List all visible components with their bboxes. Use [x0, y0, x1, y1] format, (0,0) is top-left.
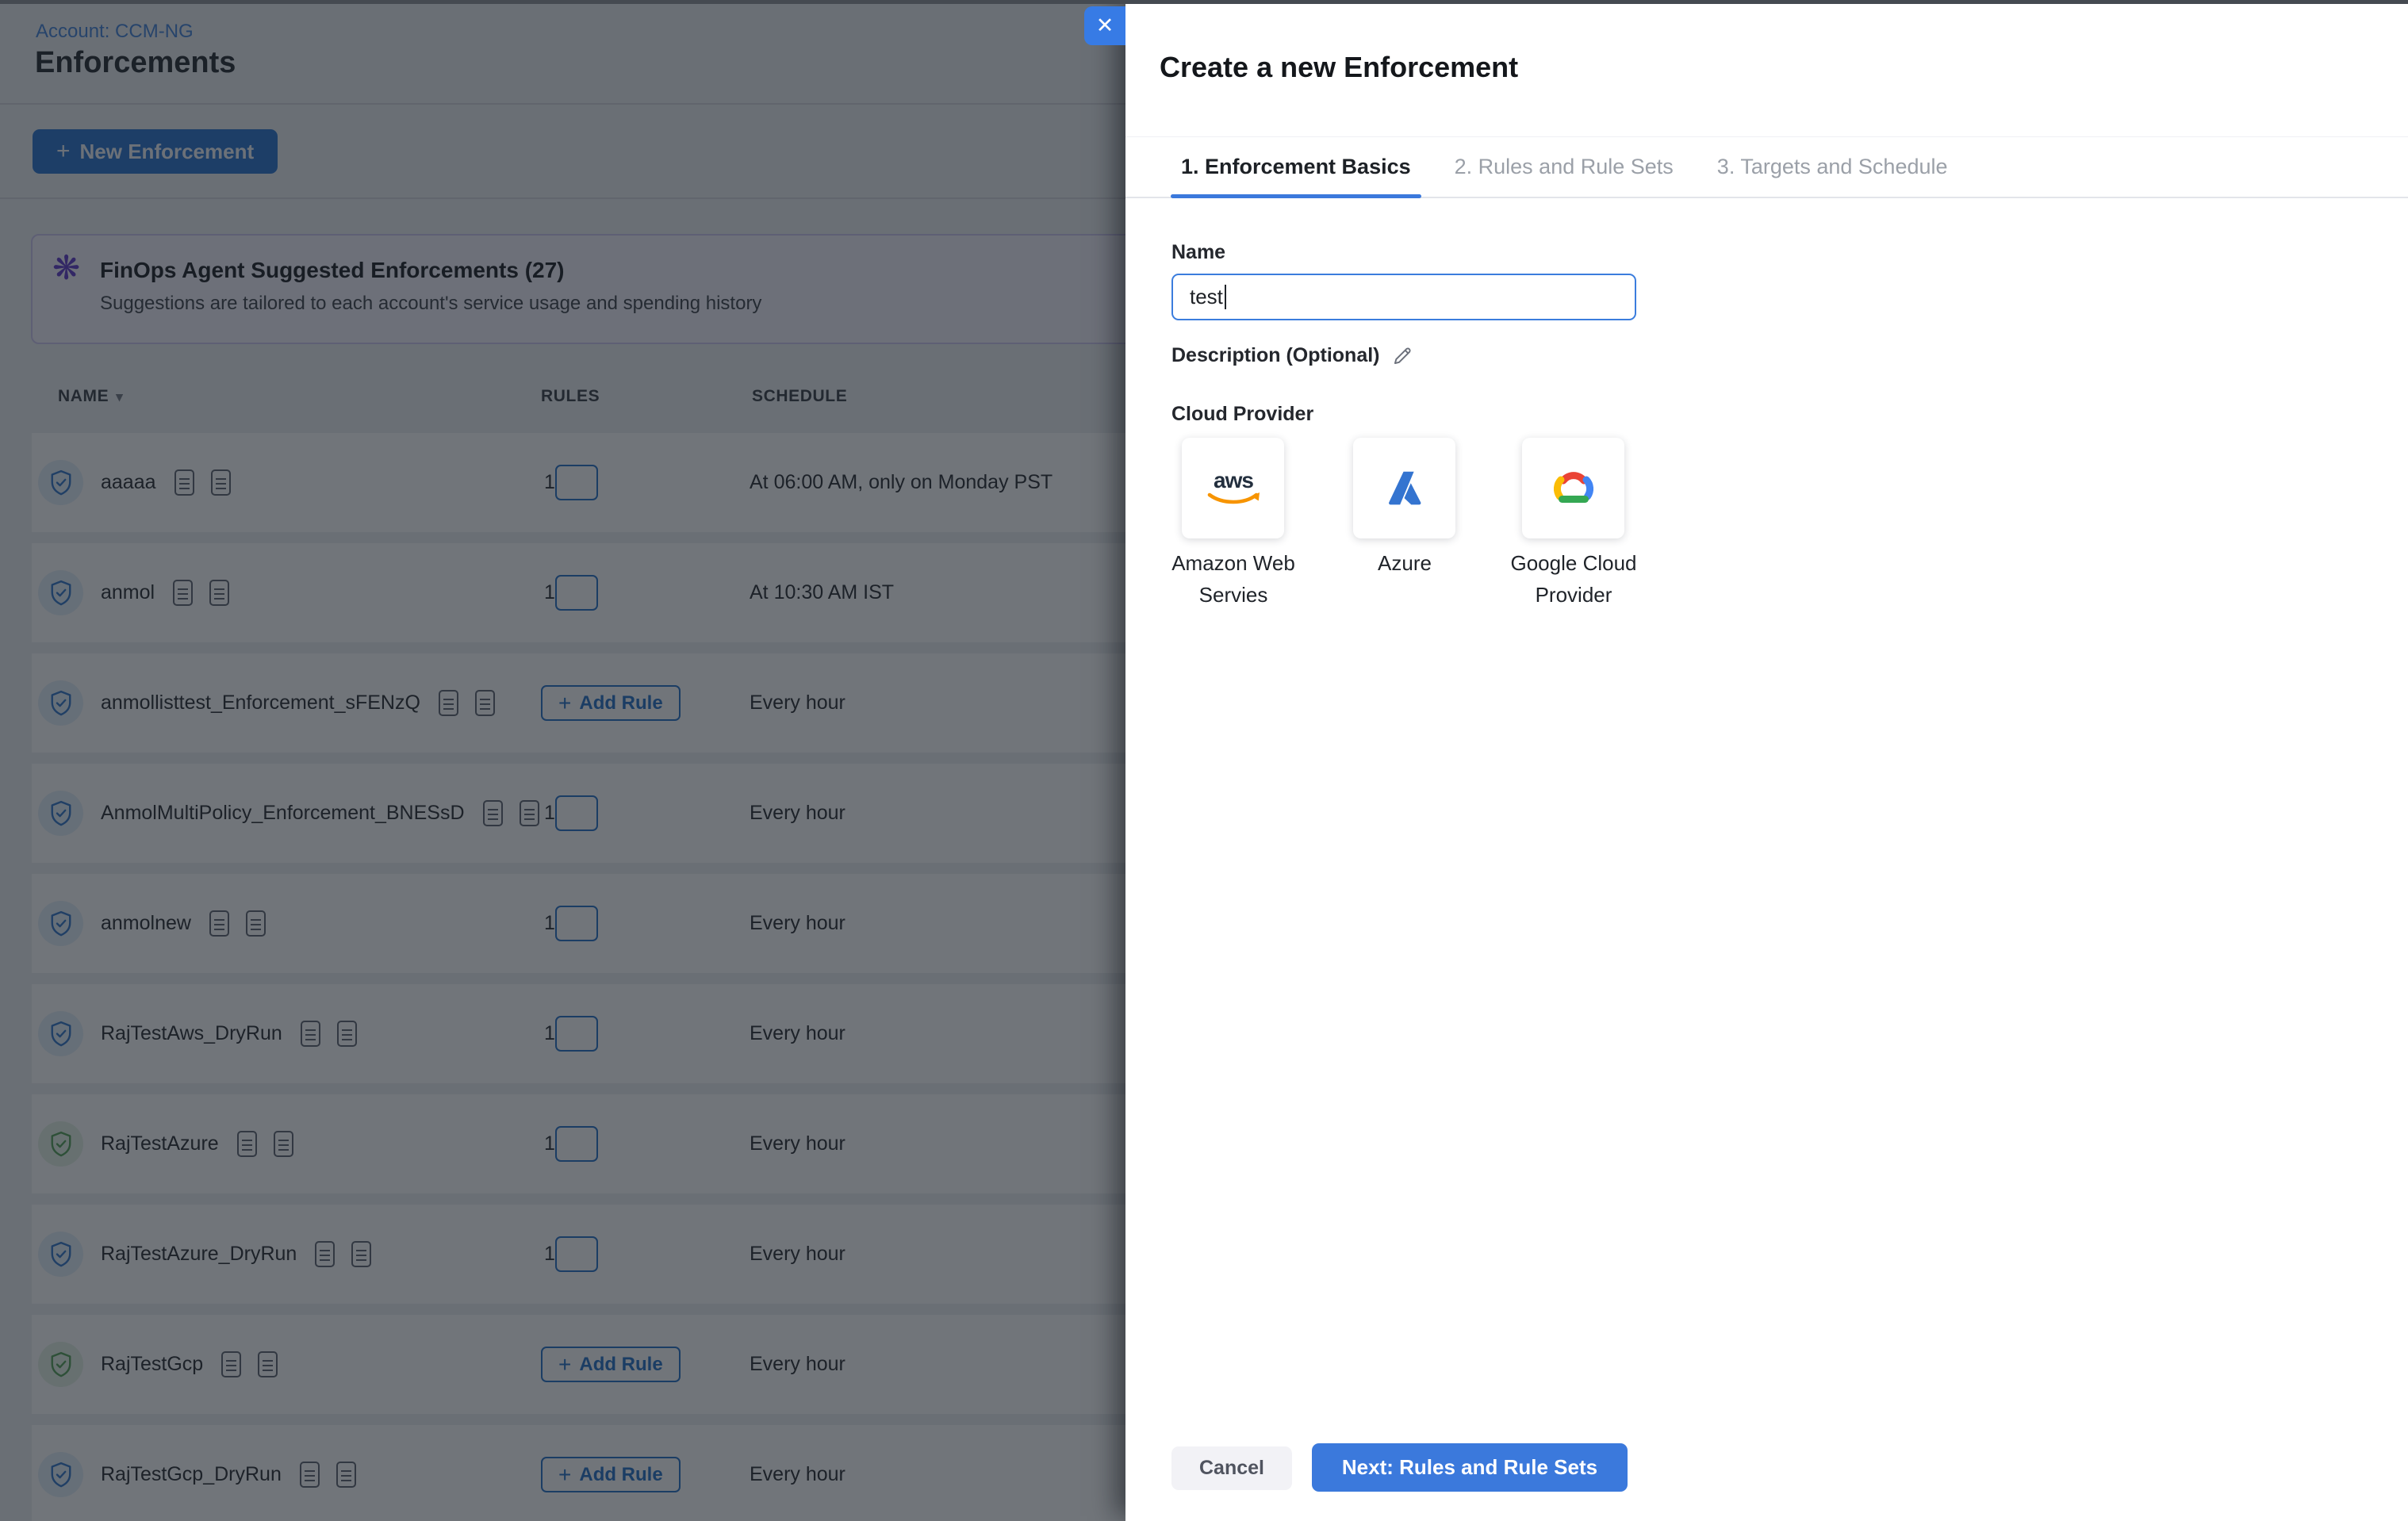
- close-button[interactable]: ✕: [1084, 6, 1125, 45]
- description-label: Description (Optional): [1171, 344, 1380, 367]
- tab-enforcement-basics[interactable]: 1. Enforcement Basics: [1171, 137, 1421, 197]
- provider-card-azure[interactable]: [1353, 438, 1455, 538]
- azure-logo-icon: [1380, 464, 1429, 513]
- provider-label-gcp: Google Cloud Provider: [1486, 547, 1661, 611]
- edit-pencil-icon[interactable]: [1392, 345, 1413, 366]
- tab-targets-and-schedule[interactable]: 3. Targets and Schedule: [1707, 137, 1958, 197]
- gcp-logo-icon: [1548, 467, 1599, 510]
- provider-card-aws[interactable]: aws: [1182, 438, 1284, 538]
- cloud-provider-label: Cloud Provider: [1171, 403, 1313, 426]
- text-cursor: [1225, 285, 1227, 309]
- name-label: Name: [1171, 241, 1225, 264]
- name-input[interactable]: test: [1171, 274, 1636, 320]
- drawer-title: Create a new Enforcement: [1160, 51, 1518, 84]
- wizard-tabs: 1. Enforcement Basics 2. Rules and Rule …: [1125, 136, 2408, 198]
- provider-label-aws: Amazon Web Servies: [1146, 547, 1321, 611]
- aws-logo-icon: aws: [1198, 466, 1268, 511]
- svg-text:aws: aws: [1214, 468, 1253, 492]
- create-enforcement-drawer: ✕ Create a new Enforcement 1. Enforcemen…: [1125, 0, 2408, 1521]
- next-button[interactable]: Next: Rules and Rule Sets: [1312, 1443, 1628, 1492]
- window-top-edge: [0, 0, 2408, 4]
- provider-label-azure: Azure: [1317, 547, 1492, 579]
- close-icon: ✕: [1096, 13, 1114, 38]
- name-input-value: test: [1190, 285, 1223, 309]
- cancel-button[interactable]: Cancel: [1171, 1446, 1292, 1490]
- tab-rules-and-rule-sets[interactable]: 2. Rules and Rule Sets: [1444, 137, 1684, 197]
- provider-card-gcp[interactable]: [1522, 438, 1624, 538]
